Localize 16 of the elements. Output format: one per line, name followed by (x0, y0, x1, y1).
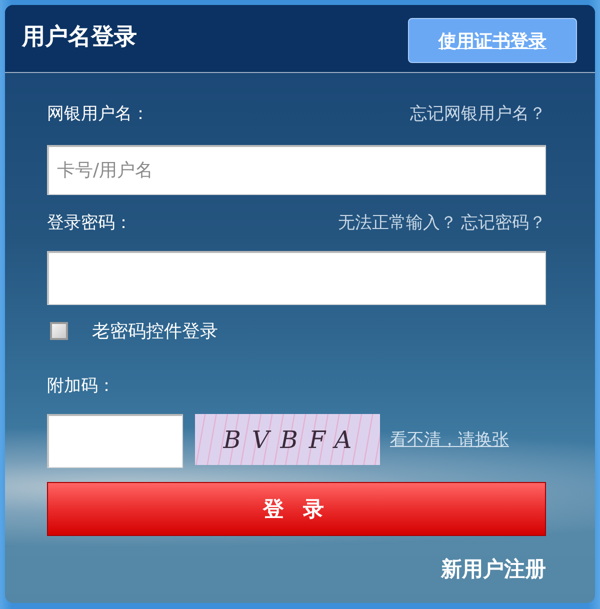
captcha-code: BVBFA (222, 426, 363, 454)
register-link[interactable]: 新用户注册 (441, 555, 546, 583)
help-link[interactable]: 忘记网银用户名？ (410, 102, 546, 124)
field-label: 网银用户名： (47, 102, 149, 124)
help-link[interactable]: 无法正常输入？ (338, 210, 457, 234)
help-link[interactable]: 忘记密码？ (461, 210, 546, 234)
input-field[interactable] (47, 251, 546, 305)
field-label: 登录密码： (47, 212, 132, 234)
captcha-input-field[interactable] (47, 414, 183, 468)
input-field[interactable]: 卡号/用户名 (47, 145, 546, 195)
captcha-label: 附加码： (47, 374, 115, 396)
login-button[interactable]: 登 录 (47, 482, 546, 536)
checkbox-label[interactable]: 老密码控件登录 (92, 319, 218, 343)
panel-title: 用户名登录 (22, 23, 137, 52)
refresh-captcha-link[interactable]: 看不清，请换张 (390, 428, 509, 451)
checkbox[interactable] (50, 322, 68, 340)
